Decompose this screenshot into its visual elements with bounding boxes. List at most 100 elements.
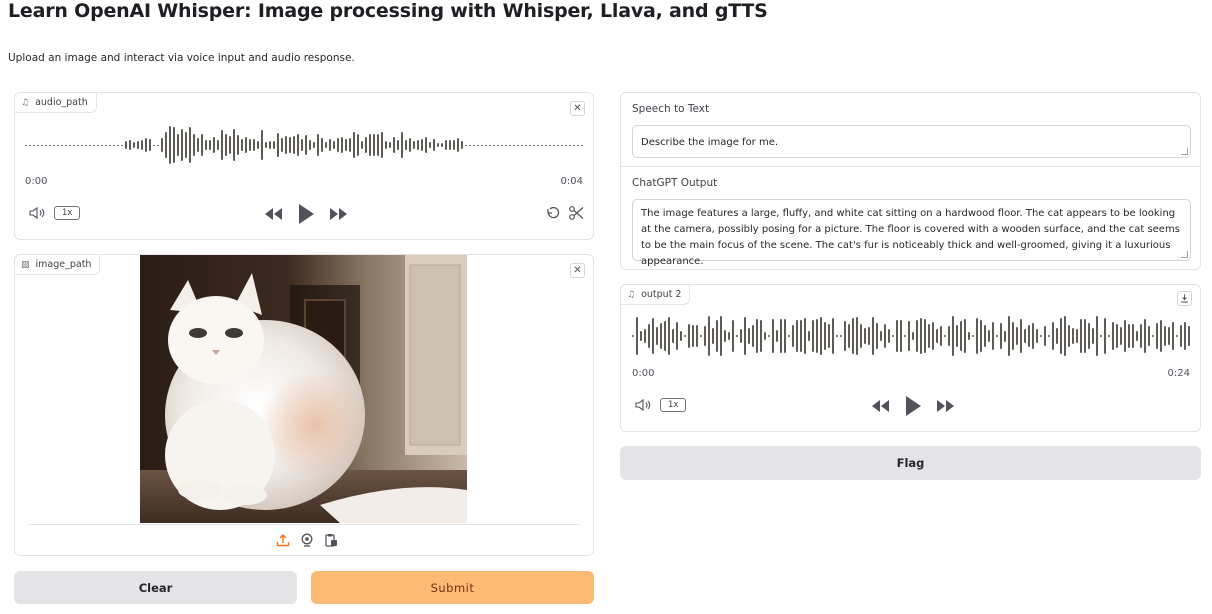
waveform-bar <box>728 331 730 341</box>
waveform-bar <box>265 141 267 149</box>
webcam-icon[interactable] <box>300 533 314 547</box>
waveform-bar <box>481 144 483 146</box>
waveform-bar <box>165 132 167 158</box>
waveform-bar <box>513 144 515 146</box>
volume-button[interactable] <box>29 206 47 220</box>
waveform-bar <box>1108 335 1110 337</box>
playback-speed-button[interactable]: 1x <box>54 206 81 220</box>
waveform-bar <box>257 140 259 150</box>
waveform-bar <box>325 141 327 149</box>
play-icon[interactable] <box>297 203 315 225</box>
cat-photo <box>140 255 467 523</box>
waveform-bar <box>337 138 339 152</box>
waveform-bar <box>1000 322 1002 349</box>
waveform-bar <box>1084 319 1086 353</box>
waveform-bar <box>916 320 918 352</box>
waveform-bar <box>648 324 650 348</box>
waveform-bar <box>644 329 646 343</box>
waveform-bar <box>421 138 423 152</box>
waveform-bar <box>225 133 227 157</box>
audio-output-waveform[interactable] <box>632 313 1192 359</box>
waveform-bar <box>409 137 411 153</box>
waveform-bar <box>385 140 387 150</box>
upload-icon[interactable] <box>276 533 290 547</box>
waveform-bar <box>429 141 431 149</box>
waveform-bar <box>289 137 291 153</box>
waveform-bar <box>740 328 742 344</box>
trim-button[interactable] <box>568 205 584 221</box>
play-icon[interactable] <box>904 395 922 417</box>
waveform-bar <box>836 335 838 337</box>
waveform-bar <box>912 331 914 341</box>
waveform-bar <box>1080 318 1082 354</box>
undo-button[interactable] <box>545 205 561 221</box>
waveform-bar <box>317 134 319 156</box>
waveform-bar <box>297 134 299 156</box>
waveform-bar <box>768 335 770 337</box>
waveform-bar <box>724 330 726 342</box>
waveform-bar <box>1016 327 1018 345</box>
rewind-icon[interactable] <box>263 207 283 221</box>
playback-speed-button[interactable]: 1x <box>660 398 687 412</box>
waveform-bar <box>948 326 950 346</box>
chatgpt-output-field[interactable]: The image features a large, fluffy, and … <box>632 199 1191 267</box>
waveform-bar <box>177 133 179 157</box>
resize-handle[interactable] <box>1181 251 1188 258</box>
waveform-bar <box>944 335 946 337</box>
waveform-bar <box>517 144 519 146</box>
waveform-bar <box>137 141 139 149</box>
waveform-bar <box>149 139 151 151</box>
waveform-bar <box>157 144 159 146</box>
waveform-bar <box>285 136 287 154</box>
waveform-bar <box>1064 316 1066 356</box>
audio-input-time-start: 0:00 <box>25 176 48 187</box>
fast-forward-icon[interactable] <box>329 207 349 221</box>
submit-button[interactable]: Submit <box>311 571 594 604</box>
download-button[interactable] <box>1177 291 1192 306</box>
waveform-bar <box>1044 326 1046 346</box>
waveform-bar <box>465 144 467 146</box>
waveform-bar <box>117 144 119 146</box>
flag-button[interactable]: Flag <box>620 446 1201 480</box>
image-close-button[interactable]: ✕ <box>570 263 585 278</box>
waveform-bar <box>377 134 379 156</box>
volume-button[interactable] <box>635 398 653 412</box>
undo-icon <box>547 206 560 219</box>
waveform-bar <box>908 321 910 351</box>
waveform-bar <box>229 135 231 155</box>
waveform-bar <box>792 324 794 348</box>
waveform-bar <box>477 144 479 146</box>
waveform-bar <box>760 319 762 353</box>
waveform-bar <box>956 324 958 348</box>
waveform-bar <box>900 320 902 352</box>
waveform-bar <box>441 142 443 148</box>
waveform-bar <box>680 331 682 341</box>
clipboard-icon[interactable] <box>324 533 338 547</box>
waveform-bar <box>772 318 774 354</box>
waveform-bar <box>253 139 255 151</box>
waveform-bar <box>780 319 782 353</box>
waveform-bar <box>664 320 666 352</box>
waveform-bar <box>1012 321 1014 351</box>
waveform-bar <box>996 335 998 337</box>
waveform-bar <box>1076 328 1078 344</box>
waveform-bar <box>161 137 163 152</box>
rewind-icon[interactable] <box>870 399 890 413</box>
close-button[interactable]: ✕ <box>570 101 585 116</box>
waveform-bar <box>928 324 930 348</box>
waveform-bar <box>736 335 738 337</box>
waveform-bar <box>129 140 131 150</box>
waveform-bar <box>980 320 982 352</box>
clear-button[interactable]: Clear <box>14 571 297 604</box>
waveform-bar <box>261 129 263 161</box>
waveform-bar <box>509 144 511 146</box>
waveform-bar <box>1180 325 1182 347</box>
resize-handle[interactable] <box>1181 148 1188 155</box>
speech-to-text-field[interactable]: Describe the image for me. <box>632 125 1191 158</box>
audio-input-waveform[interactable] <box>25 123 585 167</box>
waveform-bar <box>541 144 543 146</box>
waveform-bar <box>81 144 83 146</box>
fast-forward-icon[interactable] <box>936 399 956 413</box>
waveform-bar <box>205 139 207 151</box>
waveform-bar <box>89 144 91 146</box>
